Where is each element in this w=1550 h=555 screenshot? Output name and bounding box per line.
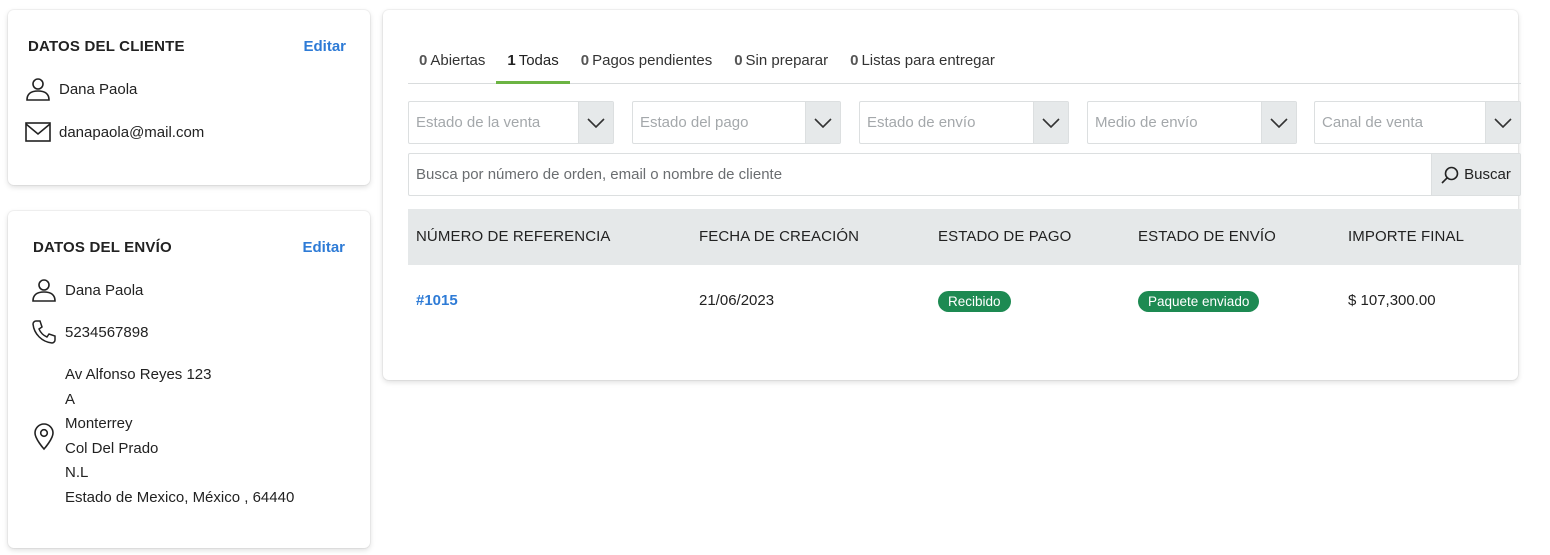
client-card-title: DATOS DEL CLIENTE [28, 38, 185, 55]
client-name: Dana Paola [59, 80, 138, 98]
tab-count: 1 [507, 52, 516, 69]
order-reference-link[interactable]: #1015 [416, 292, 458, 309]
select-placeholder: Estado del pago [640, 114, 749, 131]
column-header-payment-status: ESTADO DE PAGO [938, 228, 1072, 245]
orders-table: NÚMERO DE REFERENCIA FECHA DE CREACIÓN E… [408, 209, 1521, 340]
chevron-down-icon [578, 102, 613, 143]
tab-count: 0 [580, 52, 590, 69]
sale-status-select[interactable]: Estado de la venta [408, 101, 614, 144]
shipping-status-badge: Paquete enviado [1138, 291, 1260, 312]
select-placeholder: Estado de la venta [416, 114, 541, 131]
address-line: Av Alfonso Reyes 123 [65, 366, 212, 383]
tab-abiertas[interactable]: 0 Abiertas [408, 46, 496, 83]
tab-label: Pagos pendientes [592, 52, 713, 69]
tab-label: Abiertas [430, 52, 486, 69]
shipping-phone-row: 5234567898 [31, 319, 148, 345]
user-icon [25, 76, 51, 102]
select-placeholder: Estado de envío [867, 114, 976, 131]
client-card: DATOS DEL CLIENTE Editar Dana Paola dana… [8, 10, 370, 185]
search-input[interactable] [409, 154, 1431, 195]
search-bar: Buscar [408, 153, 1521, 196]
shipping-card: DATOS DEL ENVÍO Editar Dana Paola 523456… [8, 211, 370, 548]
client-email: danapaola@mail.com [59, 123, 205, 141]
shipping-address: Av Alfonso Reyes 123 A Monterrey Col Del… [65, 363, 294, 510]
orders-card: 0 Abiertas 1 Todas 0 Pagos pendientes 0 Sin … [383, 10, 1521, 380]
chevron-down-icon [1033, 102, 1068, 143]
shipping-name: Dana Paola [65, 281, 144, 299]
order-tabs: 0 Abiertas 1 Todas 0 Pagos pendientes 0 Sin … [408, 46, 1521, 84]
column-header-total: IMPORTE FINAL [1348, 228, 1465, 245]
column-header-shipping-status: ESTADO DE ENVÍO [1138, 228, 1276, 245]
address-line: N.L [65, 464, 89, 481]
edit-client-button[interactable]: Editar [303, 38, 346, 55]
chevron-down-icon [1261, 102, 1296, 143]
search-icon [1441, 166, 1459, 184]
payment-status-badge: Recibido [938, 291, 1011, 312]
tab-label: Todas [518, 52, 559, 69]
select-placeholder: Canal de venta [1322, 114, 1423, 131]
edit-shipping-button[interactable]: Editar [302, 239, 345, 256]
column-header-created: FECHA DE CREACIÓN [699, 228, 860, 245]
table-header: NÚMERO DE REFERENCIA FECHA DE CREACIÓN E… [408, 209, 1521, 265]
tab-label: Sin preparar [745, 52, 829, 69]
column-header-reference: NÚMERO DE REFERENCIA [416, 228, 611, 245]
tab-todas[interactable]: 1 Todas [496, 46, 571, 84]
tab-count: 0 [734, 52, 743, 69]
filter-bar: Estado de la venta Estado del pago Estad… [408, 101, 1521, 144]
address-line: A [65, 390, 76, 408]
shipping-status-select[interactable]: Estado de envío [859, 101, 1069, 144]
order-created-date: 21/06/2023 [699, 292, 775, 309]
user-icon [31, 277, 57, 303]
mail-icon [25, 119, 51, 145]
table-row: #1015 21/06/2023 Recibido Paquete enviad… [408, 265, 1521, 340]
payment-status-select[interactable]: Estado del pago [632, 101, 841, 144]
client-email-row: danapaola@mail.com [25, 119, 204, 145]
sales-channel-select[interactable]: Canal de venta [1314, 101, 1521, 144]
shipping-phone: 5234567898 [65, 323, 149, 341]
shipping-name-row: Dana Paola [31, 277, 143, 303]
phone-icon [31, 319, 57, 345]
tab-sin-preparar[interactable]: 0 Sin preparar [723, 46, 839, 83]
address-line: Estado de Mexico, México , 64440 [65, 488, 295, 506]
tab-label: Listas para entregar [861, 52, 995, 69]
search-button[interactable]: Buscar [1431, 154, 1520, 195]
chevron-down-icon [805, 102, 840, 143]
client-name-row: Dana Paola [25, 76, 137, 102]
search-button-label: Buscar [1464, 166, 1511, 183]
tab-count: 0 [850, 52, 859, 69]
address-line: Col Del Prado [65, 439, 159, 457]
shipping-card-title: DATOS DEL ENVÍO [33, 239, 172, 256]
order-total: $ 107,300.00 [1348, 292, 1436, 309]
select-placeholder: Medio de envío [1095, 114, 1198, 131]
address-line: Monterrey [65, 415, 133, 432]
shipping-method-select[interactable]: Medio de envío [1087, 101, 1297, 144]
chevron-down-icon [1485, 102, 1520, 143]
tab-count: 0 [419, 52, 428, 69]
tab-listas-para-entregar[interactable]: 0 Listas para entregar [839, 46, 1006, 83]
tab-pagos-pendientes[interactable]: 0 Pagos pendientes [570, 46, 723, 83]
location-pin-icon [32, 423, 56, 456]
